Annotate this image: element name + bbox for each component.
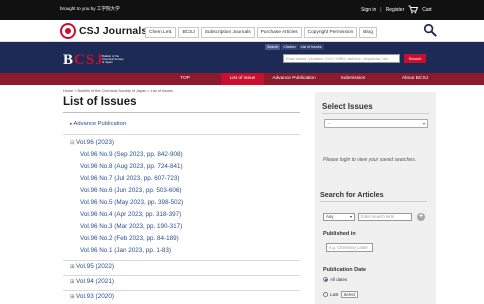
issue-link[interactable]: Vol.96 No.9 (Sep 2023, pp. 842-908) — [80, 151, 183, 158]
volume-label: Vol.94 (2021) — [76, 278, 115, 285]
journal-subtitle: Bulletin of the Chemical Society of Japa… — [102, 54, 124, 65]
divider — [63, 290, 300, 291]
field-select[interactable]: Any ▾ — [323, 213, 355, 221]
tab-search[interactable]: Search — [265, 44, 281, 50]
nav-top[interactable]: TOP — [160, 73, 210, 85]
field-select-value: Any — [326, 214, 334, 219]
search-input[interactable]: Enter words / phrases / DOI / ISBN / aut… — [283, 54, 400, 63]
search-articles-heading: Search for Articles — [320, 190, 384, 199]
chevron-down-icon: ▾ — [349, 214, 352, 219]
issue-link[interactable]: Vol.96 No.4 (Apr 2023, pp. 318-397) — [80, 211, 181, 218]
nav-blog[interactable]: Blog — [359, 27, 377, 38]
top-bar: brought to you by 工学院大学 Sign in | Regist… — [0, 0, 484, 20]
search-term-input[interactable]: Enter search term — [358, 213, 412, 221]
volume-toggle-vol94[interactable]: ⊞Vol.94 (2021) — [70, 278, 114, 285]
all-dates-label: All dates — [330, 277, 348, 282]
institution-note: brought to you by 工学院大学 — [60, 6, 120, 11]
issue-link[interactable]: Vol.96 No.3 (Mar 2023, pp. 190-317) — [80, 223, 182, 230]
tab-list-of-issues[interactable]: List of Issues — [298, 44, 324, 50]
register-link[interactable]: Register — [386, 7, 405, 13]
issue-link[interactable]: Vol.96 No.6 (Jun 2023, pp. 503-606) — [80, 187, 182, 194]
issue-link[interactable]: Vol.96 No.7 (Jul 2023, pp. 607-723) — [80, 175, 179, 182]
cart-icon[interactable] — [408, 5, 419, 14]
issue-link[interactable]: Vol.96 No.5 (May 2023, pp. 398-502) — [80, 199, 183, 206]
volume-label: Vol.95 (2022) — [76, 263, 115, 270]
login-note[interactable]: Please login to view your saved searches… — [323, 157, 423, 163]
nav-purchase-articles[interactable]: Purchase Articles — [256, 27, 302, 38]
volume-label: Vol.96 (2023) — [76, 139, 115, 146]
bcsj-logo[interactable]: BCSJ — [63, 52, 104, 69]
search-panel: Search Citation List of Issues — [265, 44, 324, 50]
last-option[interactable]: Last Select — [323, 291, 359, 298]
cart-link[interactable]: Cart — [422, 7, 431, 13]
site-header: CSJ Journals Chem.Lett. BCSJ Subscriptio… — [0, 20, 484, 42]
issue-link[interactable]: Vol.96 No.2 (Feb 2023, pp. 84-189) — [80, 235, 179, 242]
divider — [63, 275, 300, 276]
main-navigation: TOP List of Issue Advance Publication Su… — [0, 73, 484, 85]
divider — [63, 134, 300, 135]
site-title[interactable]: CSJ Journals — [79, 25, 147, 37]
published-in-input[interactable]: e.g. Chemistry Letter — [326, 243, 373, 252]
nav-copyright-permission[interactable]: Copyright Permission — [303, 27, 358, 38]
select-issues-heading: Select Issues — [322, 102, 373, 111]
published-in-label: Published in — [323, 231, 356, 237]
breadcrumb[interactable]: Home > Bulletin of the Chemical Society … — [63, 89, 173, 93]
issue-link[interactable]: Vol.96 No.1 (Jan 2023, pp. 1-83) — [80, 247, 171, 254]
nav-subscription-journals[interactable]: Subscription Journals — [200, 27, 255, 38]
volume-label: Vol.93 (2020) — [76, 293, 115, 300]
radio-selected[interactable] — [323, 277, 328, 282]
separator: | — [380, 6, 382, 13]
advance-publication-link[interactable]: ▸Advance Publication — [70, 121, 126, 127]
account-links: Sign in | Register Cart — [361, 5, 432, 14]
divider — [320, 201, 427, 202]
title-underline — [63, 112, 300, 113]
page-title: List of Issues — [63, 96, 137, 108]
last-period-select[interactable]: Select — [340, 291, 359, 298]
radio-unselected[interactable] — [323, 292, 328, 297]
nav-about-bcsj[interactable]: About BCSJ — [390, 73, 440, 85]
nav-chem-lett[interactable]: Chem.Lett. — [145, 27, 177, 38]
divider — [63, 260, 300, 261]
search-tabs: Search Citation List of Issues — [265, 44, 324, 50]
sign-in-link[interactable]: Sign in — [361, 7, 376, 13]
issue-link[interactable]: Vol.96 No.8 (Aug 2023, pp. 724-841) — [80, 163, 183, 170]
issue-select[interactable]: - ▾ — [324, 119, 428, 128]
triangle-right-icon: ▸ — [70, 121, 73, 127]
logo-letters-csj: CSJ — [74, 52, 104, 68]
all-dates-option[interactable]: All dates — [323, 277, 347, 282]
logo-letter-b: B — [63, 52, 75, 68]
divider — [322, 113, 429, 114]
tab-citation[interactable]: Citation — [281, 44, 298, 50]
csj-logo-icon[interactable] — [60, 23, 76, 39]
publication-date-label: Publication Date — [323, 267, 367, 273]
nav-submission[interactable]: Submission — [328, 73, 378, 85]
issue-select-value: - — [328, 121, 330, 126]
nav-advance-publication[interactable]: Advance Publication — [268, 73, 320, 85]
top-navigation: Chem.Lett. BCSJ Subscription Journals Pu… — [145, 27, 379, 38]
volume-toggle-vol93[interactable]: ⊞Vol.93 (2020) — [70, 293, 114, 300]
journal-banner: BCSJ Bulletin of the Chemical Society of… — [0, 42, 484, 73]
volume-toggle-vol95[interactable]: ⊞Vol.95 (2022) — [70, 263, 114, 270]
sidebar: Select Issues - ▾ Please login to view yo… — [315, 92, 436, 304]
add-criteria-button[interactable]: + — [417, 213, 425, 221]
volume-toggle-vol96[interactable]: ⊟Vol.96 (2023) — [70, 139, 114, 146]
advance-publication-label: Advance Publication — [73, 121, 127, 127]
nav-bcsj[interactable]: BCSJ — [178, 27, 199, 38]
last-label: Last — [330, 292, 339, 297]
nav-list-of-issue[interactable]: List of Issue — [221, 73, 264, 85]
search-button[interactable]: Search — [404, 54, 426, 63]
chevron-down-icon: ▾ — [422, 121, 425, 126]
search-icon[interactable] — [423, 23, 437, 37]
